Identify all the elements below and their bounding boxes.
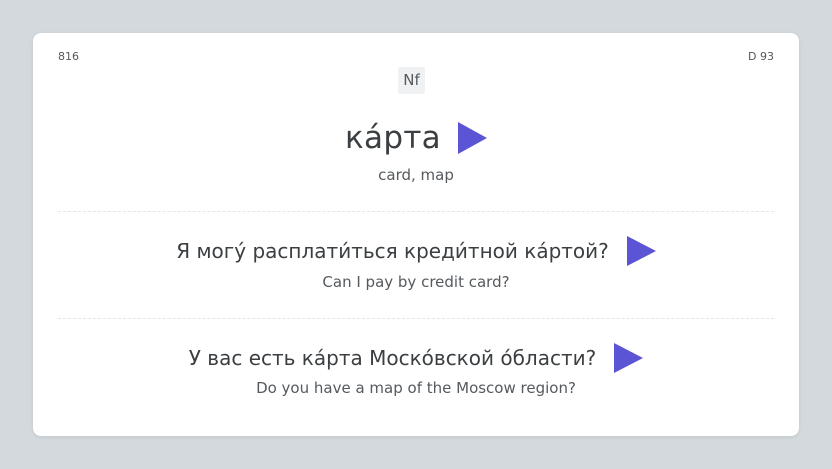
headword-translation: card, map (378, 166, 454, 184)
play-icon[interactable] (626, 236, 656, 266)
headword: ка́рта (345, 120, 441, 156)
card-level: D 93 (748, 50, 774, 63)
example-row-2: У вас есть ка́рта Моско́вской о́бласти? (33, 343, 799, 373)
example-russian-1: Я могу́ расплати́ться креди́тной ка́ртой… (176, 239, 609, 263)
headword-row: ка́рта (33, 120, 799, 156)
play-icon[interactable] (457, 122, 487, 154)
flashcard: 816 D 93 Nf ка́рта card, map Я могу́ рас… (33, 33, 799, 436)
example-russian-2: У вас есть ка́рта Моско́вской о́бласти? (188, 346, 597, 370)
example-row-1: Я могу́ расплати́ться креди́тной ка́ртой… (33, 236, 799, 266)
play-icon[interactable] (614, 343, 644, 373)
example-english-2: Do you have a map of the Moscow region? (256, 379, 576, 397)
divider (58, 318, 774, 319)
card-number: 816 (58, 50, 79, 63)
example-english-1: Can I pay by credit card? (322, 273, 510, 291)
part-of-speech-badge: Nf (398, 67, 425, 94)
divider (58, 211, 774, 212)
